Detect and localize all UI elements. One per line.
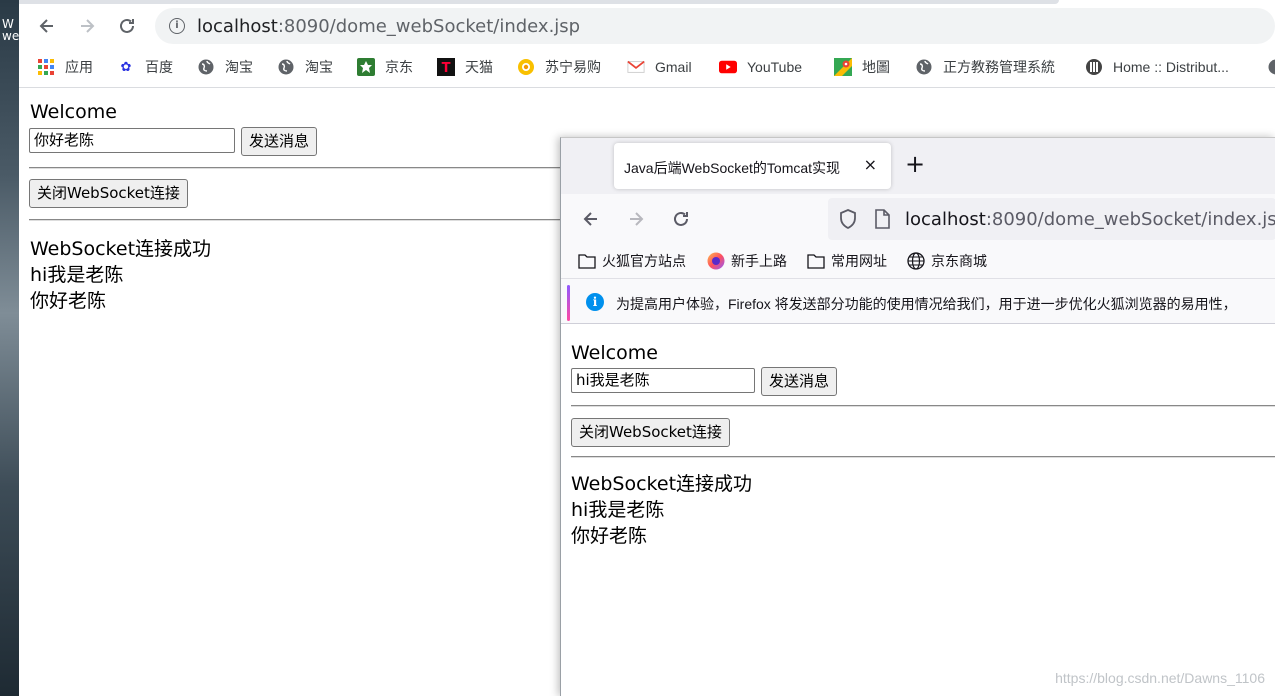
globe-icon [907, 252, 925, 270]
bookmark-taobao-1[interactable]: 淘宝 [197, 56, 253, 78]
suning-icon [517, 58, 535, 76]
globe-icon [915, 58, 933, 76]
message-input[interactable]: hi我是老陈 [571, 368, 755, 393]
forward-arrow-icon [81, 19, 95, 33]
bookmark-baidu[interactable]: ✿ 百度 [117, 56, 173, 78]
folder-icon [807, 252, 825, 270]
bookmark-jd[interactable]: 京东 [357, 56, 413, 78]
bookmark-common-sites[interactable]: 常用网址 [807, 250, 887, 272]
bookmark-jd-mall[interactable]: 京东商城 [907, 250, 987, 272]
bookmark-apps[interactable]: 应用 [37, 56, 93, 78]
back-button[interactable] [33, 12, 61, 40]
reload-icon [120, 18, 134, 33]
bookmark-youtube[interactable]: YouTube [719, 56, 802, 78]
tmall-icon: T [437, 58, 455, 76]
address-bar[interactable]: i localhost:8090/dome_webSocket/index.js… [155, 8, 1275, 44]
globe-icon [1267, 58, 1275, 76]
bookmarks-bar: 应用 ✿ 百度 淘宝 淘宝 京东 T 天猫 苏宁易购 Gmail YouTube 地… [19, 48, 1275, 88]
jd-icon [357, 58, 375, 76]
forward-button[interactable] [623, 206, 649, 232]
folder-icon [578, 252, 596, 270]
reload-button[interactable] [113, 12, 141, 40]
page-icon[interactable] [874, 209, 890, 233]
bookmark-overflow[interactable] [1267, 56, 1275, 78]
back-arrow-icon [583, 212, 597, 226]
notification-text: 为提高用户体验，Firefox 将发送部分功能的使用情况给我们，用于进一步优化火… [616, 296, 1237, 312]
close-websocket-button[interactable]: 关闭WebSocket连接 [571, 418, 730, 447]
message-input[interactable]: 你好老陈 [29, 128, 235, 153]
send-message-button[interactable]: 发送消息 [241, 127, 318, 156]
reload-icon [674, 211, 688, 226]
firefox-icon [707, 252, 725, 270]
distributed-icon [1085, 58, 1103, 76]
globe-icon [277, 58, 295, 76]
message-log-line: 你好老陈 [30, 290, 107, 312]
site-info-icon[interactable]: i [169, 18, 185, 34]
forward-arrow-icon [630, 212, 644, 226]
reload-button[interactable] [668, 206, 694, 232]
svg-text:T: T [442, 61, 451, 76]
bookmark-taobao-2[interactable]: 淘宝 [277, 56, 333, 78]
info-icon: i [586, 293, 604, 311]
address-url: localhost:8090/dome_webSocket/index.jsp [905, 209, 1275, 230]
message-log-line: 你好老陈 [571, 525, 648, 547]
new-tab-icon[interactable]: + [905, 152, 925, 176]
telemetry-notification-bar: i 为提高用户体验，Firefox 将发送部分功能的使用情况给我们，用于进一步优… [561, 278, 1275, 324]
shield-icon[interactable] [838, 209, 858, 233]
watermark-text: https://blog.csdn.net/Dawns_1106 [1055, 670, 1265, 686]
firefox-nav-bar: localhost:8090/dome_webSocket/index.jsp [561, 194, 1275, 244]
divider [29, 219, 589, 221]
firefox-tab-bar: Java后端WebSocket的Tomcat实现 × + [561, 138, 1275, 194]
bookmark-firefox-official[interactable]: 火狐官方站点 [578, 250, 686, 272]
message-log-line: WebSocket连接成功 [571, 473, 753, 495]
firefox-active-tab[interactable]: Java后端WebSocket的Tomcat实现 × [614, 143, 891, 189]
forward-button[interactable] [73, 12, 101, 40]
bookmark-distributed[interactable]: Home :: Distribut... [1085, 56, 1229, 78]
youtube-icon [719, 58, 737, 76]
bookmark-gmail[interactable]: Gmail [627, 56, 692, 78]
divider [571, 456, 1275, 458]
desktop-background: W we [0, 0, 19, 696]
divider [29, 167, 589, 169]
firefox-page-content: Welcome hi我是老陈 发送消息 关闭WebSocket连接 WebSoc… [561, 325, 1275, 696]
bookmark-edu-system[interactable]: 正方教務管理系統 [915, 56, 1055, 78]
close-websocket-button[interactable]: 关闭WebSocket连接 [29, 179, 188, 208]
message-log-line: WebSocket连接成功 [30, 238, 212, 260]
tab-title: Java后端WebSocket的Tomcat实现 [624, 160, 841, 176]
bookmark-getting-started[interactable]: 新手上路 [707, 250, 787, 272]
close-tab-icon[interactable]: × [864, 155, 877, 174]
divider [571, 405, 1275, 407]
notification-accent [567, 285, 570, 321]
desktop-text-fragment: W we [2, 17, 20, 43]
address-bar[interactable]: localhost:8090/dome_webSocket/index.jsp [828, 198, 1275, 240]
maps-icon [834, 58, 852, 76]
back-arrow-icon [39, 19, 53, 33]
baidu-paw-icon: ✿ [120, 59, 132, 74]
bookmark-tmall[interactable]: T 天猫 [437, 56, 493, 78]
bookmark-suning[interactable]: 苏宁易购 [517, 56, 601, 78]
send-message-button[interactable]: 发送消息 [761, 367, 838, 396]
firefox-window: Java后端WebSocket的Tomcat实现 × + localhost:8… [560, 137, 1275, 696]
chrome-toolbar: i localhost:8090/dome_webSocket/index.js… [19, 4, 1275, 48]
back-button[interactable] [578, 206, 604, 232]
message-log-line: hi我是老陈 [30, 264, 124, 286]
welcome-heading: Welcome [30, 101, 117, 123]
firefox-bookmarks-bar: 火狐官方站点 新手上路 常用网址 京东商城 [561, 244, 1275, 278]
welcome-heading: Welcome [571, 342, 658, 364]
address-url: localhost:8090/dome_webSocket/index.jsp [197, 16, 581, 37]
message-log-line: hi我是老陈 [571, 499, 665, 521]
apps-grid-icon [37, 58, 55, 76]
bookmark-maps[interactable]: 地圖 [834, 56, 890, 78]
globe-icon [197, 58, 215, 76]
gmail-icon [627, 58, 645, 76]
